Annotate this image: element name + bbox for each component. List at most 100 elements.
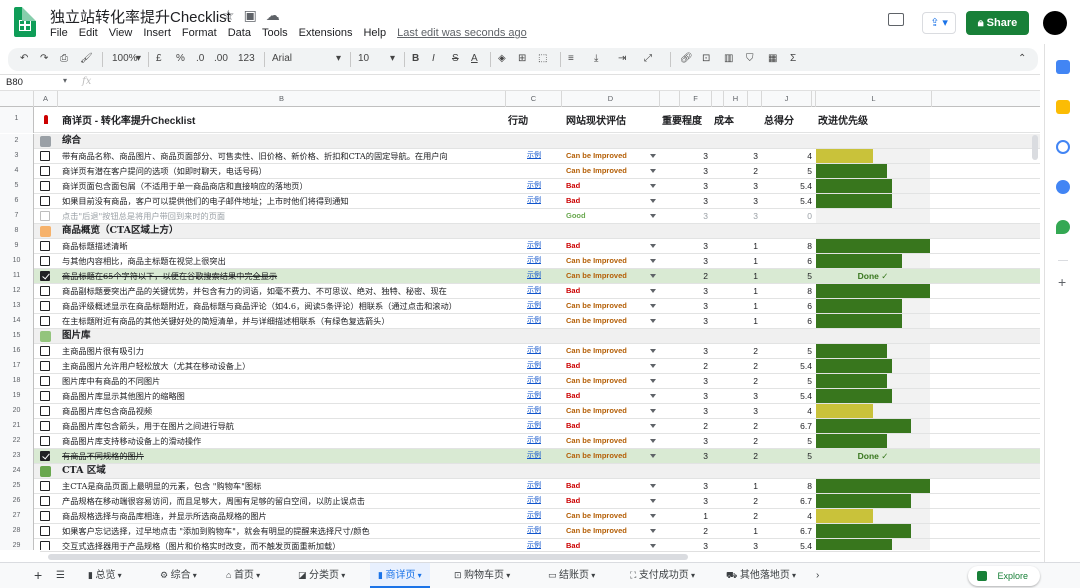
horizontal-scrollbar[interactable] [40,551,1040,561]
row-number[interactable]: 6 [0,194,34,209]
select-all-corner[interactable] [0,91,34,107]
sheet-tab[interactable]: ▭ 结账页 ▾ [540,563,603,588]
status-dropdown-icon[interactable] [650,304,656,308]
fill-color-icon[interactable]: ◈ [498,53,506,64]
column-header-H[interactable]: H [724,91,748,107]
print-icon[interactable]: ⎙ [60,53,68,64]
row-number[interactable]: 7 [0,209,34,224]
checkbox[interactable] [40,301,50,311]
borders-icon[interactable]: ⊞ [518,53,526,64]
last-edit-link[interactable]: Last edit was seconds ago [397,27,527,39]
row-number[interactable]: 21 [0,419,34,434]
status-dropdown-icon[interactable] [650,214,656,218]
status-dropdown-icon[interactable] [650,529,656,533]
status-cell[interactable]: Can be Improved [566,254,627,268]
status-dropdown-icon[interactable] [650,169,656,173]
italic-button[interactable]: I [432,53,435,64]
status-dropdown-icon[interactable] [650,499,656,503]
row-number[interactable]: 26 [0,494,34,509]
example-link[interactable]: 示例 [527,374,541,388]
zoom-select[interactable]: 100% [112,53,138,64]
sheet-tab[interactable]: ◪ 分类页 ▾ [290,563,353,588]
insert-comment-icon[interactable]: ⊡ [702,53,710,64]
cloud-status-icon[interactable]: ☁ [266,7,280,23]
contacts-icon[interactable] [1056,180,1070,194]
filter-views-icon[interactable]: ▦ [768,53,777,64]
row-number[interactable]: 2 [0,134,34,149]
document-title[interactable]: 独立站转化率提升Checklist [50,6,231,27]
text-color-button[interactable]: A [471,53,478,64]
checkbox[interactable] [40,271,50,281]
sheets-logo-icon[interactable] [14,7,36,37]
checkbox[interactable] [40,481,50,491]
filter-icon[interactable]: ⛉ [746,53,754,64]
column-header-A[interactable]: A [34,91,58,107]
comment-icon[interactable] [888,13,904,26]
status-cell[interactable]: Bad [566,419,580,433]
more-formats-button[interactable]: 123 [238,53,255,64]
status-cell[interactable]: Can be Improved [566,404,627,418]
checkbox[interactable] [40,391,50,401]
example-link[interactable]: 示例 [527,194,541,208]
checkbox[interactable] [40,541,50,550]
status-dropdown-icon[interactable] [650,154,656,158]
column-header-hidden[interactable] [748,91,762,107]
checkbox[interactable] [40,511,50,521]
row-number[interactable]: 28 [0,524,34,539]
column-header-D[interactable]: D [562,91,660,107]
decrease-decimal-button[interactable]: .0 [196,53,204,64]
text-rotate-icon[interactable]: ⤢ [644,53,652,64]
menu-edit[interactable]: Edit [79,27,98,39]
status-cell[interactable]: Good [566,209,586,223]
share-button[interactable]: 🔒︎ Share [966,11,1029,35]
row-number[interactable]: 5 [0,179,34,194]
checkbox[interactable] [40,196,50,206]
link-icon[interactable]: 🔗︎ [680,53,693,64]
row-number[interactable]: 15 [0,329,34,344]
undo-icon[interactable]: ↶ [20,53,28,64]
status-dropdown-icon[interactable] [650,289,656,293]
column-header-F[interactable]: F [680,91,712,107]
checkbox[interactable] [40,151,50,161]
example-link[interactable]: 示例 [527,149,541,163]
example-link[interactable]: 示例 [527,419,541,433]
calendar-icon[interactable] [1056,60,1070,74]
row-number[interactable]: 14 [0,314,34,329]
increase-decimal-button[interactable]: .00 [214,53,228,64]
row-number[interactable]: 19 [0,389,34,404]
status-cell[interactable]: Bad [566,359,580,373]
checkbox[interactable] [40,316,50,326]
example-link[interactable]: 示例 [527,344,541,358]
status-cell[interactable]: Can be Improved [566,509,627,523]
checkbox[interactable] [40,241,50,251]
row-number[interactable]: 16 [0,344,34,359]
status-dropdown-icon[interactable] [650,319,656,323]
status-cell[interactable]: Can be Improved [566,434,627,448]
checkbox[interactable] [40,496,50,506]
insert-chart-icon[interactable]: ▥ [724,53,733,64]
column-header-hidden[interactable] [712,91,724,107]
row-number[interactable]: 17 [0,359,34,374]
checkbox[interactable] [40,421,50,431]
vertical-align-icon[interactable]: ⤓ [594,53,598,64]
scroll-tabs-right-icon[interactable]: › [816,563,819,588]
column-header-B[interactable]: B [58,91,506,107]
example-link[interactable]: 示例 [527,269,541,283]
column-header-hidden[interactable] [660,91,680,107]
checkbox[interactable] [40,451,50,461]
row-number[interactable]: 11 [0,269,34,284]
checkbox[interactable] [40,181,50,191]
merge-cells-icon[interactable]: ⬚ [538,53,547,64]
redo-icon[interactable]: ↷ [40,53,48,64]
present-button[interactable]: ⇪ ▾ [922,12,956,34]
example-link[interactable]: 示例 [527,254,541,268]
example-link[interactable]: 示例 [527,404,541,418]
status-cell[interactable]: Bad [566,539,580,550]
column-header-J[interactable]: J [762,91,812,107]
all-sheets-icon[interactable]: ☰ [56,563,65,588]
status-cell[interactable]: Bad [566,179,580,193]
checkbox[interactable] [40,436,50,446]
example-link[interactable]: 示例 [527,239,541,253]
menu-help[interactable]: Help [363,27,386,39]
sheet-tab[interactable]: ⌂ 首页 ▾ [218,563,268,588]
